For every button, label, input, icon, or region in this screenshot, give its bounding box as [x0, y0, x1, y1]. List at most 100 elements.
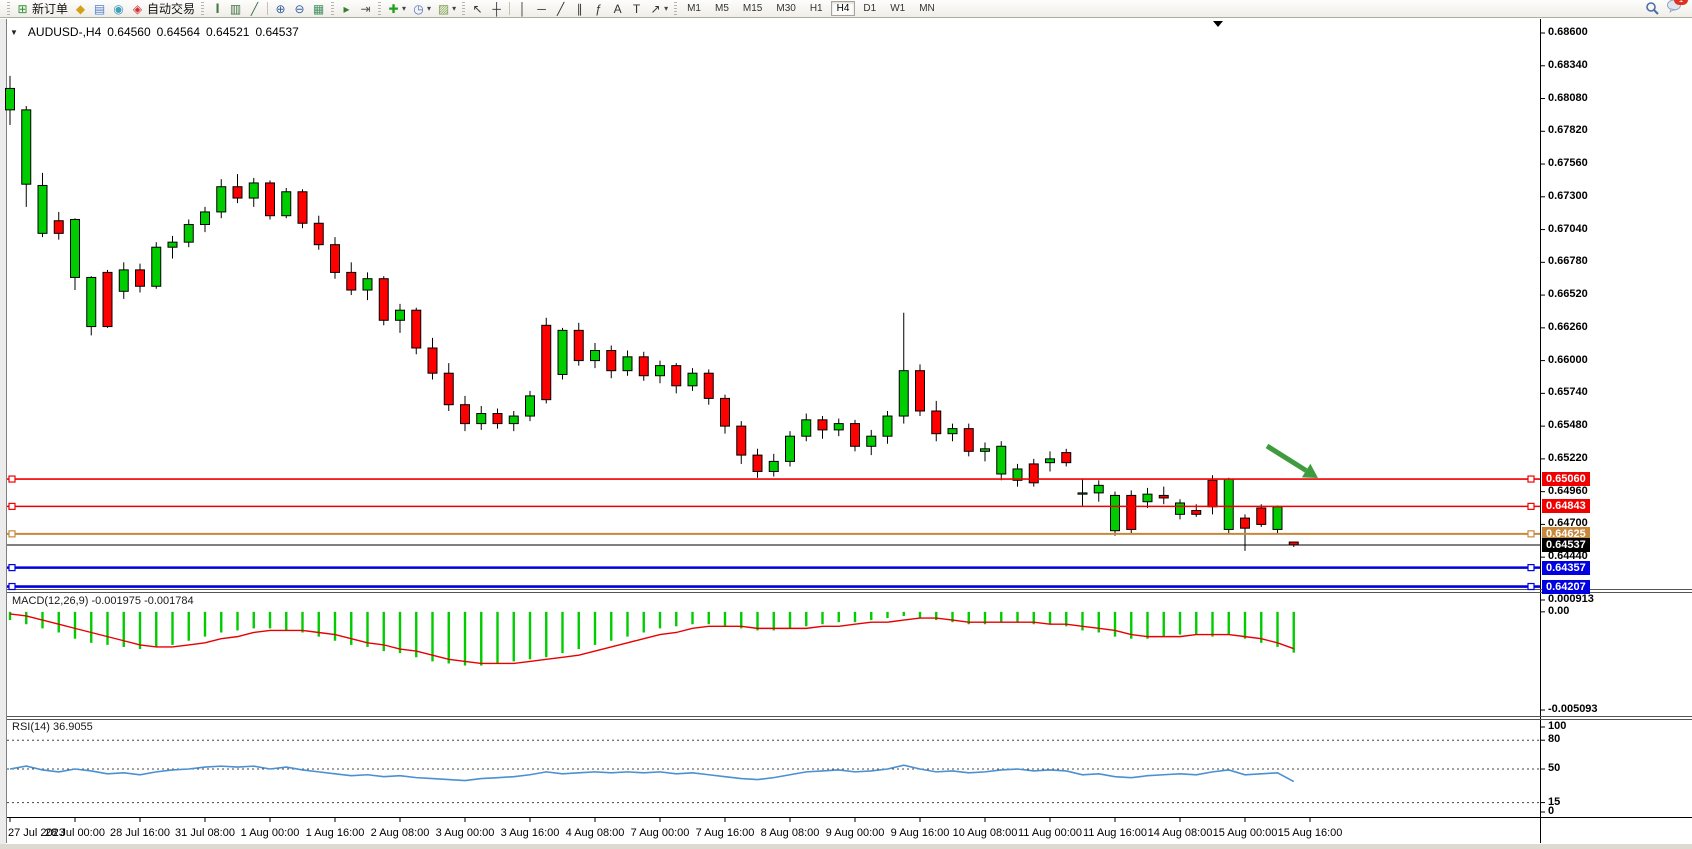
candle: [851, 424, 860, 447]
templates-button[interactable]: ▨▾: [434, 1, 459, 17]
auto-scroll-button[interactable]: ▸: [337, 1, 356, 17]
candle-chart-icon: ▥: [229, 1, 242, 17]
line-handle[interactable]: [1528, 531, 1534, 537]
line-handle[interactable]: [1528, 503, 1534, 509]
vline-button[interactable]: │: [513, 1, 532, 17]
candle: [314, 223, 323, 244]
line-handle[interactable]: [9, 584, 15, 590]
candle: [1273, 507, 1282, 530]
candle: [1143, 494, 1152, 502]
tile-windows-button[interactable]: ▦: [309, 1, 328, 17]
toolbar-grip[interactable]: [331, 2, 334, 15]
candle: [428, 348, 437, 373]
tf-M1[interactable]: M1: [681, 1, 707, 16]
candle: [6, 88, 15, 109]
candle: [721, 398, 730, 426]
candle: [201, 212, 210, 225]
chat-icon[interactable]: 1: [1666, 0, 1682, 18]
line-handle[interactable]: [9, 503, 15, 509]
candle: [948, 429, 957, 434]
candle: [883, 416, 892, 436]
line-chart-button[interactable]: ╱: [245, 1, 264, 17]
tf-MN[interactable]: MN: [913, 1, 941, 16]
candle: [233, 187, 242, 198]
tf-M15[interactable]: M15: [737, 1, 768, 16]
trendline-button[interactable]: ╱: [551, 1, 570, 17]
toolbar-grip[interactable]: [201, 2, 204, 15]
candle: [704, 373, 713, 398]
candle: [867, 436, 876, 446]
line-handle[interactable]: [9, 476, 15, 482]
tf-W1[interactable]: W1: [884, 1, 911, 16]
macd-histogram: [10, 612, 1294, 666]
periods-button[interactable]: ◷▾: [409, 1, 434, 17]
chart-plot[interactable]: [0, 0, 1692, 849]
candle: [542, 325, 551, 399]
chart-shift-marker[interactable]: [1213, 21, 1223, 27]
hline-0.64625[interactable]: [7, 531, 1540, 537]
channel-button[interactable]: ∥: [570, 1, 589, 17]
new-order-button-label: 新订单: [32, 0, 68, 17]
candle: [1111, 495, 1120, 530]
search-icon[interactable]: [1645, 1, 1660, 16]
tf-D1[interactable]: D1: [857, 1, 882, 16]
candle: [981, 449, 990, 452]
candle: [477, 414, 486, 424]
line-handle[interactable]: [1528, 565, 1534, 571]
fibonacci-icon: ƒ: [592, 1, 605, 17]
navigator-button[interactable]: ◉: [109, 1, 128, 17]
hline-0.64357[interactable]: [7, 565, 1540, 571]
text-button[interactable]: A: [608, 1, 627, 17]
cursor-icon: ↖: [471, 1, 484, 17]
label-button[interactable]: T: [627, 1, 646, 17]
line-handle[interactable]: [1528, 584, 1534, 590]
data-window-button[interactable]: ▤: [90, 1, 109, 17]
candle: [71, 219, 80, 277]
tf-M5[interactable]: M5: [709, 1, 735, 16]
fibonacci-button[interactable]: ƒ: [589, 1, 608, 17]
candle: [152, 247, 161, 286]
autotrade-button[interactable]: ◈自动交易: [128, 1, 198, 17]
tf-H4[interactable]: H4: [831, 1, 856, 16]
toolbar-grip[interactable]: [674, 2, 677, 15]
tf-M30[interactable]: M30: [770, 1, 801, 16]
candle: [363, 279, 372, 290]
market-watch-button[interactable]: ◆: [71, 1, 90, 17]
line-handle[interactable]: [1528, 476, 1534, 482]
hline-button[interactable]: ─: [532, 1, 551, 17]
trend-arrow-annotation[interactable]: [1267, 446, 1318, 478]
indicator-add-icon: ✚: [387, 1, 400, 17]
bar-chart-button[interactable]: |||: [207, 1, 226, 17]
candle: [249, 183, 258, 198]
line-handle[interactable]: [9, 531, 15, 537]
tf-H1[interactable]: H1: [804, 1, 829, 16]
channel-icon: ∥: [573, 1, 586, 17]
candle: [916, 371, 925, 411]
candle: [623, 357, 632, 371]
chart-shift-button[interactable]: ⇥: [356, 1, 375, 17]
arrows-button[interactable]: ↗▾: [646, 1, 671, 17]
indicators-button[interactable]: ✚▾: [384, 1, 409, 17]
zoom-out-icon: ⊖: [293, 1, 306, 17]
cursor-button[interactable]: ↖: [468, 1, 487, 17]
crosshair-button[interactable]: ┼: [487, 1, 506, 17]
candle: [217, 187, 226, 212]
toolbar-grip[interactable]: [462, 2, 465, 15]
candle: [22, 110, 31, 184]
line-handle[interactable]: [9, 565, 15, 571]
zoom-in-button[interactable]: ⊕: [271, 1, 290, 17]
hline-0.64843[interactable]: [7, 503, 1540, 509]
autotrade-button-label: 自动交易: [147, 0, 195, 17]
candle: [103, 272, 112, 326]
arrows-icon: ↗: [649, 1, 662, 17]
toolbar-grip[interactable]: [7, 2, 10, 15]
candle: [672, 366, 681, 386]
candle-chart-button[interactable]: ▥: [226, 1, 245, 17]
macd-signal-line: [10, 614, 1294, 664]
zoom-out-button[interactable]: ⊖: [290, 1, 309, 17]
new-order-button[interactable]: ⊞新订单: [13, 1, 71, 17]
candle: [899, 371, 908, 416]
candle: [753, 455, 762, 471]
toolbar-grip[interactable]: [378, 2, 381, 15]
hline-0.64207[interactable]: [7, 584, 1540, 590]
